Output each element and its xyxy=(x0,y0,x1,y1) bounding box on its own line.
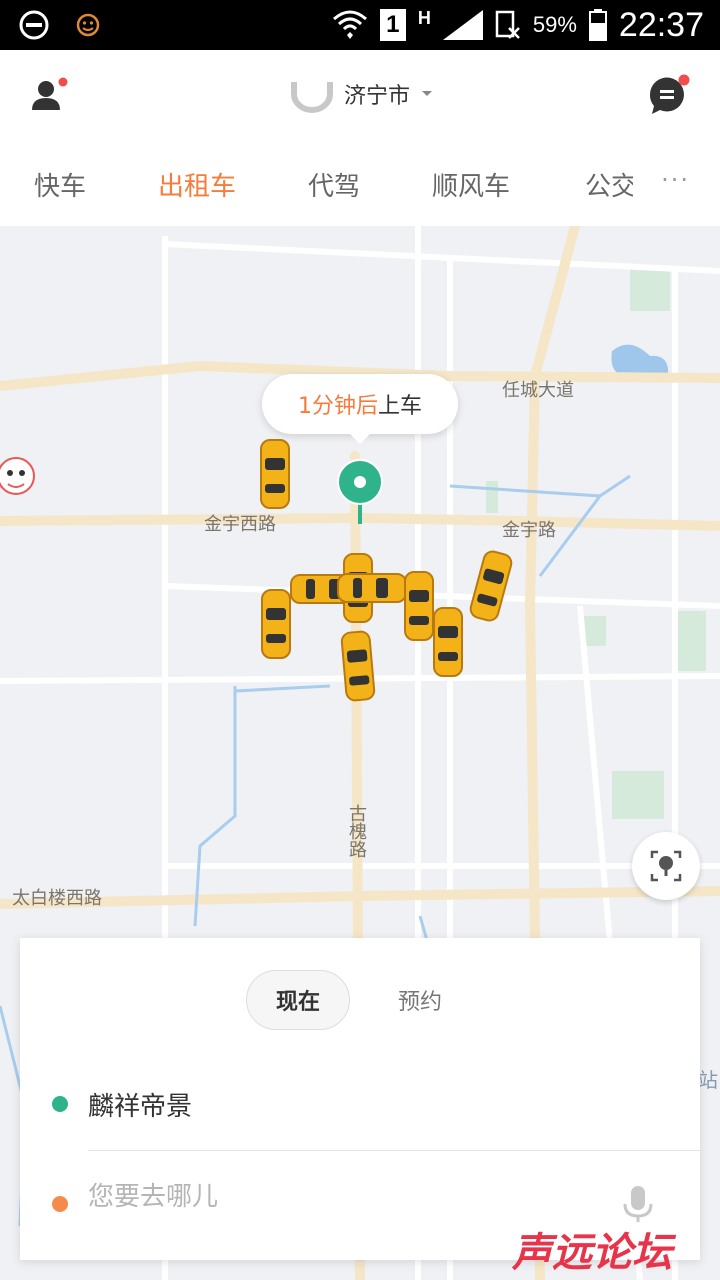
watermark-text: 声远论坛 xyxy=(512,1230,677,1274)
taxi-icon xyxy=(469,550,513,622)
forum-watermark: 声远论坛 xyxy=(511,1222,712,1276)
city-name: 济宁市 xyxy=(344,84,411,109)
sim-badge: 1 xyxy=(379,9,406,41)
battery-icon xyxy=(588,9,607,41)
microphone-icon[interactable] xyxy=(620,1184,656,1224)
city-selector[interactable]: 济宁市 xyxy=(290,72,434,116)
mascot-icon xyxy=(0,457,35,495)
road-label-jinyu-west: 金宇西路 xyxy=(204,514,276,535)
locate-icon xyxy=(650,850,682,882)
now-button[interactable]: 现在 xyxy=(246,970,350,1030)
destination-input[interactable] xyxy=(88,1182,568,1212)
do-not-disturb-icon xyxy=(19,10,49,40)
wifi-icon xyxy=(332,10,367,39)
taxi-icon xyxy=(337,573,407,603)
locate-button[interactable] xyxy=(632,832,700,900)
booking-card: 现在 预约 麟祥帝景 xyxy=(20,938,700,1260)
app-notification-icon xyxy=(76,13,100,37)
didi-logo-icon xyxy=(291,82,333,113)
chevron-down-icon xyxy=(422,91,433,96)
tab-bus[interactable]: 公交 xyxy=(585,166,633,203)
tab-express[interactable]: 快车 xyxy=(34,166,86,203)
pickup-row[interactable]: 麟祥帝景 xyxy=(20,1058,700,1150)
service-tabs: 快车 出租车 代驾 顺风车 公交 ··· xyxy=(0,140,720,226)
eta-suffix: 上车 xyxy=(377,394,422,419)
taxi-icon xyxy=(261,589,291,659)
clock: 22:37 xyxy=(618,5,704,44)
divider xyxy=(88,1150,700,1151)
eta-time: 1分钟后 xyxy=(297,394,378,419)
battery-percent: 59% xyxy=(532,12,577,37)
network-type-label: H xyxy=(417,7,431,28)
taxi-icon xyxy=(260,439,290,509)
map-label-station: 站 xyxy=(698,1068,718,1092)
eta-bubble: 1分钟后 上车 xyxy=(262,374,458,444)
taxi-fleet xyxy=(260,439,513,702)
taxi-icon xyxy=(340,630,376,702)
destination-dot-icon xyxy=(52,1196,68,1212)
sim-disabled-icon xyxy=(495,10,520,39)
tab-designated-driver[interactable]: 代驾 xyxy=(308,166,360,203)
tab-taxi[interactable]: 出租车 xyxy=(158,166,236,203)
top-bar: 济宁市 xyxy=(0,50,720,140)
taxi-icon xyxy=(404,571,434,641)
more-tabs-icon[interactable]: ··· xyxy=(661,166,690,194)
signal-icon xyxy=(442,10,483,40)
pickup-dot-icon xyxy=(52,1096,68,1112)
reserve-button[interactable]: 预约 xyxy=(398,970,442,1030)
pickup-location: 麟祥帝景 xyxy=(88,1092,193,1122)
message-icon[interactable] xyxy=(646,74,690,118)
taxi-icon xyxy=(433,607,463,677)
user-profile-icon[interactable] xyxy=(30,76,70,116)
road-label-jinyu: 金宇路 xyxy=(502,520,556,541)
road-label-rencheng: 任城大道 xyxy=(502,380,574,401)
tab-carpool[interactable]: 顺风车 xyxy=(432,166,510,203)
status-bar: 1 H 59% 22:37 xyxy=(0,0,720,50)
road-label-taibailou-west: 太白楼西路 xyxy=(12,888,102,909)
road-label-guhuai: 古槐路 xyxy=(346,804,367,858)
